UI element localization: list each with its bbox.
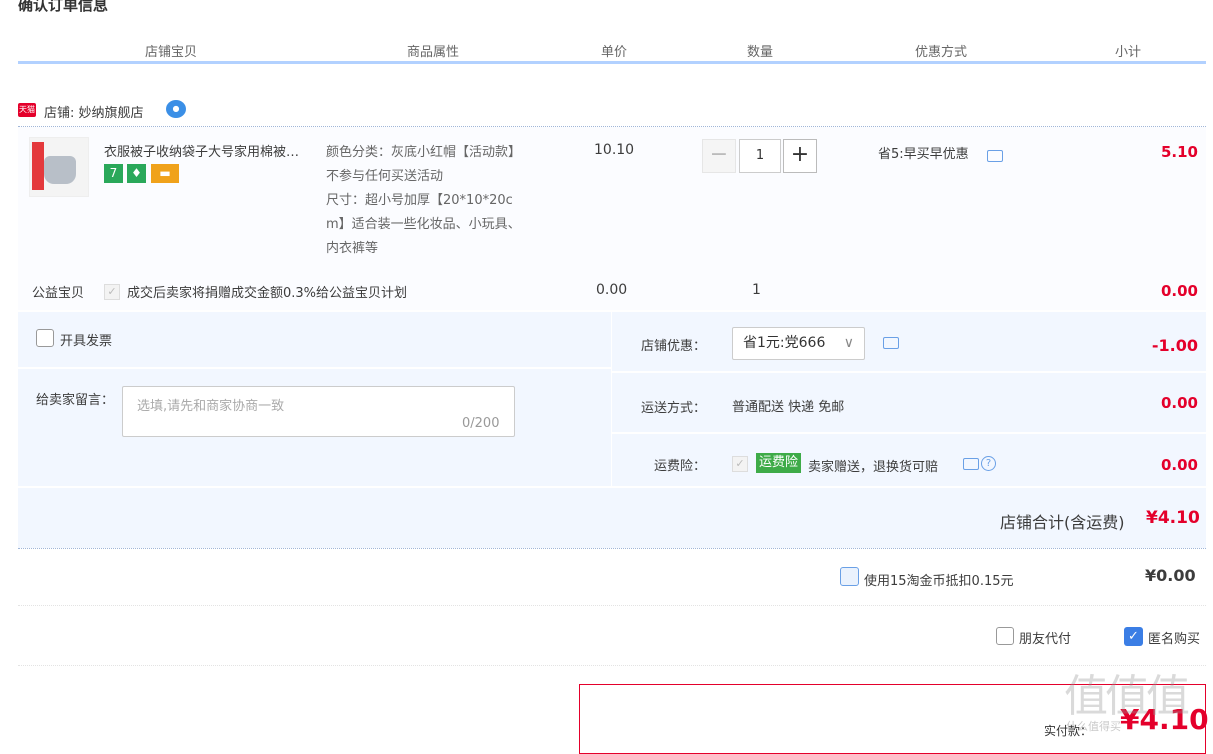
options-divider [611, 312, 612, 486]
friend-pay-label: 朋友代付 [1019, 632, 1072, 647]
quantity-input[interactable]: 1 [739, 139, 781, 173]
col-header-quantity: 数量 [746, 45, 773, 60]
page-title: 确认订单信息 [18, 0, 109, 14]
header-divider [18, 61, 1206, 64]
chevron-down-icon: ∨ [843, 335, 854, 351]
wangwang-chat-icon[interactable]: ● [166, 100, 186, 118]
taobao-coin-amount: ¥0.00 [1145, 566, 1196, 585]
attr-line: 尺寸：超小号加厚【20*10*20c [326, 193, 513, 208]
insurance-amount: 0.00 [1160, 456, 1198, 474]
shop-discount-label: 店铺优惠： [640, 339, 706, 354]
unit-price: 10.10 [594, 142, 635, 158]
friend-pay-checkbox[interactable] [996, 627, 1014, 645]
product-title-link[interactable]: 衣服被子收纳袋子大号家用棉被… [104, 141, 319, 160]
shipping-label: 运送方式： [640, 401, 706, 416]
options-bottom-divider [18, 665, 1206, 666]
promo-message-icon[interactable] [987, 150, 1003, 162]
charity-price: 0.00 [596, 282, 628, 298]
attr-line: 不参与任何买送活动 [326, 169, 444, 184]
col-header-shop-item: 店铺宝贝 [144, 45, 197, 60]
shop-discount-amount: -1.00 [1151, 336, 1198, 355]
shop-total-value: ¥4.10 [1146, 508, 1200, 528]
invoice-label: 开具发票 [60, 334, 113, 349]
seven-day-return-icon[interactable]: 7 [104, 164, 123, 183]
discount-message-icon[interactable] [883, 337, 899, 349]
quantity-decrease-button[interactable]: − [702, 139, 736, 173]
attr-line: 颜色分类：灰底小红帽【活动款】 [326, 145, 522, 160]
shop-total-label: 店铺合计(含运费) [1000, 513, 1125, 532]
shop-name: 妙纳旗舰店 [78, 106, 144, 121]
insurance-message-icon[interactable] [963, 458, 979, 470]
shipping-amount: 0.00 [1160, 394, 1198, 412]
guarantee-icon[interactable]: ♦ [127, 164, 146, 183]
seller-note-label: 给卖家留言： [36, 393, 115, 408]
options-divider [18, 486, 1206, 488]
total-divider [18, 548, 1206, 549]
insurance-checkbox: ✓ [732, 456, 748, 472]
shop-name-link[interactable]: 店铺: 妙纳旗舰店 [44, 102, 144, 121]
insurance-label: 运费险： [653, 459, 706, 474]
attr-line: m】适合装一些化妆品、小玩具、 [326, 217, 521, 232]
insurance-text: 卖家赠送，退换货可赔 [808, 460, 939, 475]
col-header-attributes: 商品属性 [406, 45, 459, 60]
card-icon[interactable]: ▬ [151, 164, 179, 183]
charity-text: 成交后卖家将捐赠成交金额0.3%给公益宝贝计划 [127, 286, 408, 301]
shop-discount-select[interactable]: 省1元:党666 ∨ [732, 327, 865, 360]
attr-line: 内衣裤等 [326, 241, 379, 256]
invoice-checkbox[interactable] [36, 329, 54, 347]
seller-note-counter: 0/200 [462, 416, 500, 431]
taobao-coin-checkbox[interactable] [840, 567, 859, 586]
insurance-tag: 运费险 [756, 453, 802, 473]
anonymous-label: 匿名购买 [1148, 632, 1201, 647]
anonymous-checkbox[interactable]: ✓ [1124, 627, 1143, 646]
quantity-increase-button[interactable]: + [783, 139, 817, 173]
col-header-discount: 优惠方式 [914, 45, 967, 60]
options-divider [612, 371, 1206, 373]
product-thumbnail[interactable] [29, 137, 89, 197]
shop-discount-value: 省1元:党666 [743, 335, 826, 351]
item-subtotal: 5.10 [1160, 143, 1198, 161]
coin-divider [18, 605, 1206, 606]
product-attributes: 颜色分类：灰底小红帽【活动款】 不参与任何买送活动 尺寸：超小号加厚【20*10… [326, 141, 541, 261]
options-divider [612, 432, 1206, 434]
charity-checkbox: ✓ [104, 284, 120, 300]
options-divider [18, 367, 611, 369]
col-header-price: 单价 [600, 45, 627, 60]
seller-note-placeholder: 选填,请先和商家协商一致 [137, 399, 285, 414]
promotion-text: 省5:早买早优惠 [878, 147, 969, 162]
shipping-method: 普通配送 快递 免邮 [732, 400, 845, 415]
help-icon[interactable]: ? [981, 456, 996, 471]
charity-label: 公益宝贝 [32, 286, 85, 301]
shop-label: 店铺: [44, 106, 75, 121]
watermark-logo: 值值值 [1064, 671, 1190, 722]
tmall-logo: 天猫 [18, 103, 36, 117]
taobao-coin-label: 使用15淘金币抵扣0.15元 [864, 574, 1014, 589]
col-header-subtotal: 小计 [1114, 45, 1141, 60]
watermark-text: 什么值得买 [1066, 720, 1121, 733]
charity-subtotal: 0.00 [1160, 282, 1198, 300]
charity-qty: 1 [752, 282, 761, 298]
